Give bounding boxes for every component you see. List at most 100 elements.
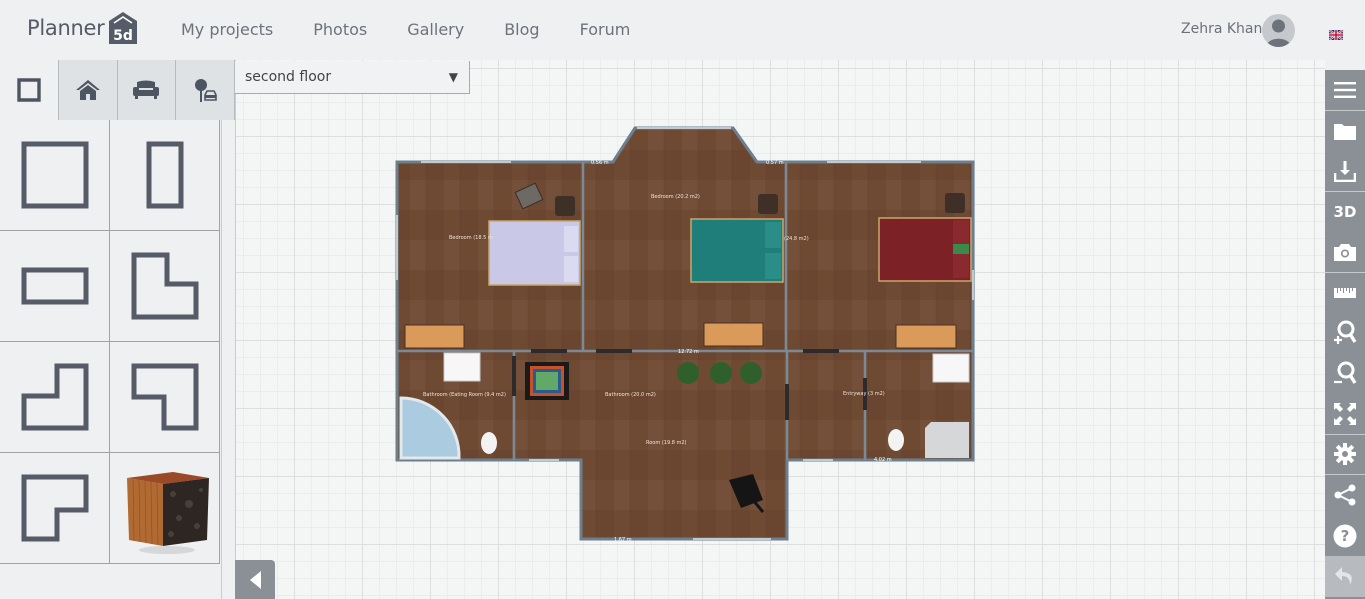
shape-wide-rectangle-room[interactable] [0, 231, 110, 342]
plant[interactable] [710, 362, 732, 384]
nav-my-projects[interactable]: My projects [181, 20, 273, 39]
home-icon [75, 80, 100, 100]
nav-photos[interactable]: Photos [313, 20, 367, 39]
nightstand[interactable] [945, 193, 965, 213]
armchair-icon [133, 80, 160, 99]
plant[interactable] [677, 362, 699, 384]
help-icon: ? [1333, 524, 1357, 548]
dimension-label: 0.57 m [766, 160, 784, 166]
logo-text: Planner [27, 16, 105, 40]
floor-selector[interactable]: second floor ▼ [235, 61, 470, 94]
ruler-icon [1334, 287, 1356, 298]
tab-exterior[interactable] [176, 60, 235, 120]
square-room-icon [21, 141, 88, 209]
dimension-label: 4.02 m [874, 457, 892, 463]
shape-l-shaped-room-flipped[interactable] [0, 342, 110, 453]
shape-l-shaped-room-top-left[interactable] [0, 453, 110, 564]
floor-area [395, 126, 975, 541]
room-label: Bedroom (20.2 m2) [651, 194, 700, 200]
toilet[interactable] [481, 432, 497, 454]
dropdown-arrow-icon: ▼ [448, 70, 458, 84]
right-toolbar: 3D ? [1325, 70, 1365, 599]
3d-label: 3D [1333, 202, 1357, 221]
zoom-in-button[interactable] [1325, 313, 1365, 354]
materials-cube[interactable] [110, 453, 220, 564]
desk[interactable] [404, 324, 465, 349]
user-name[interactable]: Zehra Khan [1181, 21, 1262, 37]
dimension-label: 12.72 m [678, 349, 699, 355]
wide-rectangle-room-icon [21, 267, 88, 305]
snapshot-button[interactable] [1325, 232, 1365, 273]
room-label: Entryway (3 m2) [843, 391, 885, 397]
fit-screen-button[interactable] [1325, 394, 1365, 435]
shape-l-shaped-room-top-right[interactable] [110, 342, 220, 453]
3d-view-button[interactable]: 3D [1325, 192, 1365, 233]
avatar[interactable] [1262, 14, 1295, 47]
l-shape-top-right-room-icon [131, 363, 198, 431]
toilet[interactable] [888, 429, 904, 451]
nightstand[interactable] [555, 196, 575, 216]
nav-blog[interactable]: Blog [504, 20, 539, 39]
download-icon [1334, 160, 1356, 182]
nightstand[interactable] [758, 194, 778, 214]
top-header: Planner 5d My projects Photos Gallery Bl… [0, 0, 1365, 60]
undo-button[interactable] [1325, 556, 1365, 597]
shower[interactable] [925, 422, 969, 458]
folder-icon [1334, 123, 1356, 140]
sink[interactable] [443, 352, 481, 382]
svg-text:?: ? [1341, 527, 1350, 545]
undo-icon [1335, 567, 1352, 586]
left-panel [0, 60, 235, 599]
panel-tabs [0, 60, 235, 120]
room-label: (24.8 m2) [784, 236, 809, 242]
room-label: Room (19.8 m2) [646, 440, 687, 446]
edit-icon [17, 78, 41, 102]
floor-plan[interactable]: Bedroom (18.5 m Bedroom (20.2 m2) (24.8 … [236, 60, 1326, 599]
room-label: Bathroom (20.0 m2) [605, 392, 656, 398]
nav-forum[interactable]: Forum [580, 20, 631, 39]
materials-cube-icon [126, 472, 209, 554]
settings-button[interactable] [1325, 435, 1365, 475]
help-button[interactable]: ? [1325, 516, 1365, 557]
desk[interactable] [895, 324, 957, 349]
shape-tall-rectangle-room[interactable] [110, 120, 220, 231]
logo[interactable]: Planner 5d [27, 10, 138, 46]
camera-icon [1334, 243, 1356, 261]
plant[interactable] [740, 362, 762, 384]
zoom-out-icon [1334, 361, 1357, 384]
share-button[interactable] [1325, 475, 1365, 516]
tree-car-icon [195, 79, 217, 102]
floor-selector-value: second floor [245, 69, 332, 85]
panel-scrollbar[interactable] [221, 120, 235, 599]
dimension-label: 1.67 m [614, 537, 632, 543]
uk-flag-icon[interactable] [1328, 25, 1344, 41]
menu-button[interactable] [1325, 70, 1365, 111]
tab-construction[interactable] [58, 60, 118, 120]
design-canvas[interactable]: Bedroom (18.5 m Bedroom (20.2 m2) (24.8 … [235, 60, 1325, 599]
open-button[interactable] [1325, 111, 1365, 152]
tall-rectangle-room-icon [146, 141, 183, 209]
collapse-panel-button[interactable] [235, 560, 275, 599]
ruler-button[interactable] [1325, 273, 1365, 314]
shape-l-shaped-room[interactable] [110, 231, 220, 342]
shape-square-room[interactable] [0, 120, 110, 231]
chevron-left-icon [250, 570, 261, 589]
l-shape-top-left-room-icon [21, 474, 88, 542]
room-label: Bedroom (18.5 m [449, 235, 493, 241]
nav-gallery[interactable]: Gallery [407, 20, 464, 39]
dimension-label: 0.56 m [591, 160, 609, 166]
fullscreen-icon [1334, 402, 1356, 425]
user-silhouette-icon [1266, 19, 1291, 47]
gear-icon [1334, 443, 1356, 466]
planner5d-app: Planner 5d My projects Photos Gallery Bl… [0, 0, 1365, 599]
share-icon [1334, 484, 1356, 506]
l-shape-room-icon [131, 252, 198, 320]
dresser[interactable] [703, 322, 764, 347]
zoom-out-button[interactable] [1325, 354, 1365, 395]
sink[interactable] [932, 353, 970, 383]
room-label: Bathroom (Eating Room (9.4 m2) [423, 392, 506, 398]
tab-edit[interactable] [0, 60, 59, 120]
download-button[interactable] [1325, 151, 1365, 192]
tab-furniture[interactable] [117, 60, 177, 120]
logo-badge-text: 5d [114, 28, 134, 44]
